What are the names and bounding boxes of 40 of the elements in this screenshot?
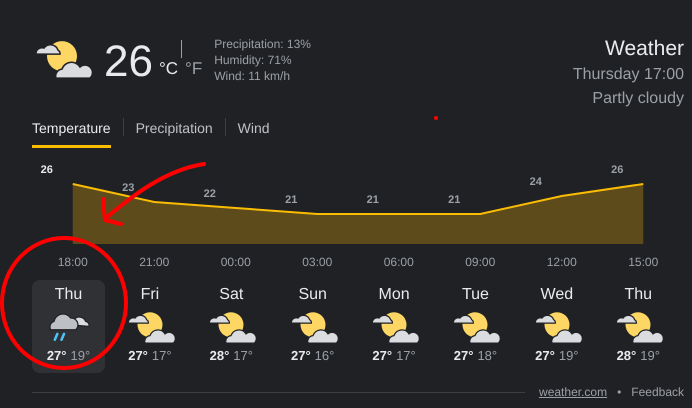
temperature-label: 21	[448, 194, 460, 206]
temperature-label: 26	[611, 164, 624, 176]
day-forecast[interactable]: Thu 27° 19°	[32, 280, 105, 374]
weather-detail: Precipitation: 13%	[214, 36, 311, 52]
hour-label: 00:00	[220, 255, 251, 269]
date-time: Thursday 17:00	[572, 65, 684, 85]
temperature-label: 24	[530, 176, 542, 188]
hour-label: 06:00	[384, 255, 414, 269]
day-forecast[interactable]: Fri 27° 17°	[113, 280, 186, 374]
hour-label: 09:00	[465, 255, 496, 269]
temperature-label: 22	[204, 188, 216, 200]
source-link[interactable]: weather.com	[539, 383, 608, 402]
temperature-value: 26	[104, 40, 153, 88]
unit-toggle[interactable]: °C	[158, 41, 178, 96]
temperature-label: 21	[285, 194, 298, 206]
chart-tab[interactable]: Temperature	[32, 114, 111, 148]
hour-label: 03:00	[302, 255, 332, 269]
condition-text: Partly cloudy	[592, 89, 684, 109]
day-forecast[interactable]: Sun 27° 16°	[276, 280, 350, 374]
day-forecast[interactable]: Sat 28° 17°	[194, 280, 268, 374]
separator-dot: •	[617, 384, 622, 402]
temperature-label: 23	[122, 182, 134, 194]
weather-detail: Wind: 11 km/h	[214, 68, 292, 85]
hour-label: 15:00	[628, 255, 658, 269]
hour-label: 18:00	[58, 255, 88, 269]
day-forecast[interactable]: Mon 27° 17°	[358, 280, 431, 374]
unit-toggle[interactable]: °F	[185, 41, 202, 96]
widget-title: Weather	[605, 36, 684, 62]
weather-detail: Humidity: 71%	[214, 52, 293, 68]
day-forecast[interactable]: Wed 27° 19°	[520, 280, 594, 374]
annotation-dot	[434, 116, 438, 120]
chart-tab[interactable]: Precipitation	[136, 114, 213, 148]
feedback-link[interactable]: Feedback	[631, 383, 684, 402]
temperature-label: 26	[40, 164, 53, 176]
hour-label: 12:00	[546, 255, 577, 269]
hour-label: 21:00	[139, 255, 170, 269]
day-forecast[interactable]: Tue 27° 18°	[438, 280, 512, 374]
day-forecast[interactable]: Thu 28° 19°	[602, 280, 675, 374]
chart-tab[interactable]: Wind	[238, 114, 270, 148]
temperature-label: 21	[366, 194, 379, 206]
